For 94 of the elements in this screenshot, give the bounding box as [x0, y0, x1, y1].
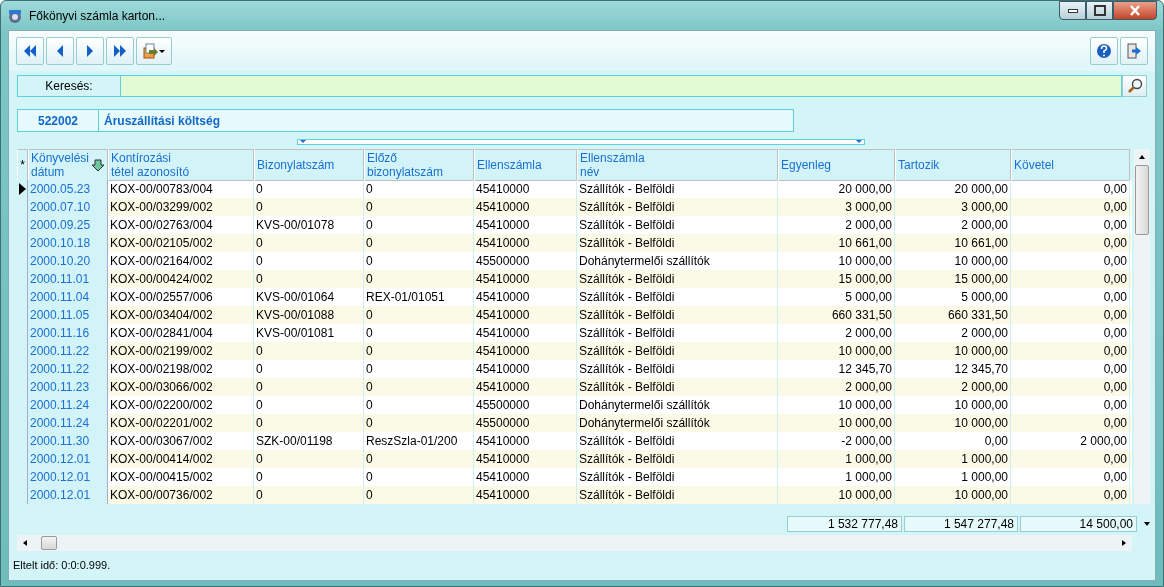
scroll-up-icon — [1139, 155, 1145, 159]
horizontal-scrollbar[interactable] — [17, 535, 1132, 551]
table-row[interactable]: 2000.05.23 KOX-00/00783/004 0 0 45410000 Szállítók - Belföldi 20 000,00 20 000,00 0,00 — [17, 180, 1132, 198]
table-cell: 2000.07.10 — [28, 198, 108, 216]
last-record-button[interactable] — [106, 37, 134, 65]
column-header[interactable]: * — [17, 149, 28, 181]
close-button[interactable] — [1113, 1, 1157, 20]
table-row[interactable]: 2000.11.22 KOX-00/02199/002 0 0 45410000 Szállítók - Belföldi 10 000,00 10 000,00 0,00 — [17, 342, 1132, 360]
table-cell: 2000.11.01 — [28, 270, 108, 288]
search-field[interactable] — [121, 75, 1122, 97]
table-cell: 2000.12.01 — [28, 468, 108, 486]
table-row[interactable]: 2000.11.01 KOX-00/00424/002 0 0 45410000 Szállítók - Belföldi 15 000,00 15 000,00 0,00 — [17, 270, 1132, 288]
double-right-arrow-icon — [112, 43, 128, 59]
column-header[interactable]: Előző bizonylatszám — [364, 149, 474, 181]
scroll-down-icon — [1144, 522, 1150, 526]
table-row[interactable]: 2000.11.04 KOX-00/02557/006 KVS-00/01064 REX-01/01051 45410000 Szállítók - Belföldi 5 000,00 5 000,00 0,00 — [17, 288, 1132, 306]
search-label: Keresés: — [17, 75, 121, 97]
table-cell: 0 — [364, 486, 474, 504]
maximize-icon — [1091, 2, 1108, 19]
table-cell: 2000.11.30 — [28, 432, 108, 450]
table-row[interactable]: 2000.11.16 KOX-00/02841/004 KVS-00/01081 0 45410000 Szállítók - Belföldi 2 000,00 2 000,00 0,00 — [17, 324, 1132, 342]
table-cell: 2000.11.22 — [28, 360, 108, 378]
search-button[interactable] — [1122, 75, 1147, 97]
exit-button[interactable] — [1120, 37, 1148, 65]
table-row[interactable]: 2000.07.10 KOX-00/03299/002 0 0 45410000 Szállítók - Belföldi 3 000,00 3 000,00 0,00 — [17, 198, 1132, 216]
minimize-icon — [1067, 8, 1078, 13]
next-record-button[interactable] — [76, 37, 104, 65]
table-cell: Szállítók - Belföldi — [577, 486, 778, 504]
app-icon — [7, 7, 23, 24]
table-cell: 10 000,00 — [895, 486, 1011, 504]
maximize-button[interactable] — [1086, 1, 1113, 20]
sort-down-arrow-icon — [91, 158, 105, 172]
scroll-thumb[interactable] — [1135, 165, 1149, 235]
table-cell: 2000.05.23 — [28, 180, 108, 198]
table-row[interactable]: 2000.09.25 KOX-00/02763/004 KVS-00/01078 0 45410000 Szállítók - Belföldi 2 000,00 2 000,00 0,00 — [17, 216, 1132, 234]
table-cell: KOX-00/00736/002 — [108, 486, 254, 504]
account-name: Áruszállítási költség — [103, 112, 221, 130]
table-cell: 2000.11.23 — [28, 378, 108, 396]
table-row[interactable]: 2000.10.18 KOX-00/02105/002 0 0 45410000 Szállítók - Belföldi 10 661,00 10 661,00 0,00 — [17, 234, 1132, 252]
column-header[interactable]: Egyenleg — [778, 149, 895, 181]
scroll-right-icon — [1122, 540, 1126, 546]
table-row[interactable]: 2000.11.24 KOX-00/02201/002 0 0 45500000 Dohánytermelői szállítók 10 000,00 10 000,00 0,00 — [17, 414, 1132, 432]
dropdown-arrow-icon — [856, 140, 862, 144]
table-cell: 2000.11.24 — [28, 414, 108, 432]
total-value: 1 532 777,48 — [787, 516, 902, 532]
table-cell: 2000.11.05 — [28, 306, 108, 324]
table-cell: 0 — [254, 486, 364, 504]
table-cell: 2000.12.01 — [28, 450, 108, 468]
table-cell: 2000.11.22 — [28, 342, 108, 360]
table-cell: 45410000 — [474, 486, 577, 504]
table-row[interactable]: 2000.12.01 KOX-00/00415/002 0 0 45410000 Szállítók - Belföldi 1 000,00 1 000,00 0,00 — [17, 468, 1132, 486]
exit-door-icon — [1126, 43, 1142, 59]
table-cell: 2000.10.18 — [28, 234, 108, 252]
table-row[interactable]: 2000.11.22 KOX-00/02198/002 0 0 45410000 Szállítók - Belföldi 12 345,70 12 345,70 0,00 — [17, 360, 1132, 378]
table-row[interactable]: 2000.11.05 KOX-00/03404/002 KVS-00/01088 0 45410000 Szállítók - Belföldi 660 331,50 660 331,50 0,00 — [17, 306, 1132, 324]
export-icon — [143, 43, 165, 59]
account-code: 522002 — [18, 110, 99, 131]
column-header[interactable]: Bizonylatszám — [254, 149, 364, 181]
total-value: 14 500,00 — [1020, 516, 1137, 532]
column-header[interactable]: Könyvelési dátum — [28, 149, 108, 181]
table-cell: 2000.12.01 — [28, 486, 108, 504]
first-record-button[interactable] — [16, 37, 44, 65]
table-cell: 2000.09.25 — [28, 216, 108, 234]
column-header[interactable]: Ellenszámla név — [577, 149, 778, 181]
export-dropdown-button[interactable] — [136, 37, 172, 65]
previous-record-button[interactable] — [46, 37, 74, 65]
scroll-left-icon — [23, 540, 27, 546]
table-cell: 2000.11.04 — [28, 288, 108, 306]
total-value: 1 547 277,48 — [904, 516, 1018, 532]
minimize-button[interactable] — [1059, 1, 1086, 20]
table-row[interactable]: 2000.12.01 KOX-00/00736/002 0 0 45410000 Szállítók - Belföldi 10 000,00 10 000,00 0,00 — [17, 486, 1132, 504]
table-cell: 0,00 — [1011, 486, 1130, 504]
status-text: Eltelt idő: 0:0:0.999. — [13, 559, 112, 571]
window-title: Főkönyvi számla karton... — [29, 8, 166, 23]
search-icon — [1126, 78, 1143, 94]
table-row[interactable]: 2000.11.24 KOX-00/02200/002 0 0 45500000 Dohánytermelői szállítók 10 000,00 10 000,00 0,00 — [17, 396, 1132, 414]
vertical-scrollbar[interactable] — [1134, 149, 1150, 504]
table-cell: 2000.11.24 — [28, 396, 108, 414]
table-row[interactable]: 2000.12.01 KOX-00/00414/002 0 0 45410000 Szállítók - Belföldi 1 000,00 1 000,00 0,00 — [17, 450, 1132, 468]
dropdown-arrow-icon — [300, 140, 306, 144]
table-row[interactable]: 2000.11.30 KOX-00/03067/002 SZK-00/01198 ReszSzla-01/200 45410000 Szállítók - Belföldi -2 000,00 0,00 2 000,00 — [17, 432, 1132, 450]
table-cell: 2000.11.16 — [28, 324, 108, 342]
column-header[interactable]: Ellenszámla — [474, 149, 577, 181]
table-row[interactable]: 2000.10.20 KOX-00/02164/002 0 0 45500000 Dohánytermelői szállítók 10 000,00 10 000,00 0,00 — [17, 252, 1132, 270]
help-button[interactable] — [1090, 37, 1118, 65]
column-header[interactable]: Tartozik — [895, 149, 1011, 181]
column-header[interactable]: Követel — [1011, 149, 1130, 181]
help-icon — [1096, 43, 1112, 59]
scroll-thumb[interactable] — [41, 536, 57, 550]
column-header[interactable]: Kontírozási tétel azonosító — [108, 149, 254, 181]
table-row[interactable]: 2000.11.23 KOX-00/03066/002 0 0 45410000 Szállítók - Belföldi 2 000,00 2 000,00 0,00 — [17, 378, 1132, 396]
double-left-arrow-icon — [22, 43, 38, 59]
table-cell: 10 000,00 — [778, 486, 895, 504]
table-cell: 2000.10.20 — [28, 252, 108, 270]
